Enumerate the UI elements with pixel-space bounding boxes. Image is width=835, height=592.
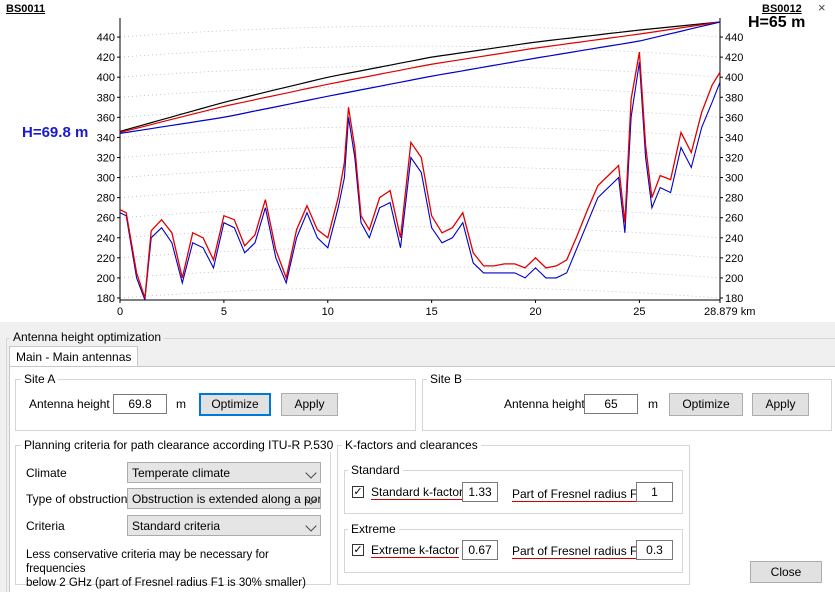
extreme-k-input[interactable] [462, 540, 498, 560]
y-tick-label: 360 [725, 112, 743, 124]
site-a-height-text: Antenna height [29, 397, 110, 411]
site-a-height-input[interactable] [113, 394, 167, 414]
y-tick-label: 300 [725, 173, 743, 185]
grid-line [119, 45, 721, 58]
y-tick-label: 440 [97, 32, 115, 44]
y-tick-label: 240 [97, 233, 115, 245]
y-tick-label: 400 [725, 72, 743, 84]
path-profile-chart: 180 180200 200220 220240 240260 260280 280300 3… [97, 18, 755, 318]
y-tick-label: 280 [725, 193, 743, 205]
grid-line [119, 206, 721, 219]
x-tick-label: 10 [322, 306, 334, 318]
x-tick-label: 25 [633, 306, 645, 318]
grid-line [119, 266, 721, 279]
extreme-k-label: Extreme k-factor [371, 543, 460, 558]
extreme-fresnel-input[interactable] [636, 540, 673, 560]
planning-criteria-legend: Planning criteria for path clearance acc… [21, 438, 337, 452]
close-profile-icon[interactable]: × [818, 0, 826, 15]
chevron-down-icon [305, 520, 317, 532]
extreme-legend: Extreme [348, 522, 399, 536]
y-tick-label: 340 [725, 132, 743, 144]
climate-value: Temperate climate [132, 466, 231, 480]
site-b-apply-button[interactable]: Apply [752, 393, 809, 416]
y-tick-label: 380 [97, 92, 115, 104]
y-tick-label: 340 [97, 132, 115, 144]
path-profile-panel: 180 180 200 200 220 220 240 240 260 260 280 280 300 3… [0, 0, 835, 322]
kfactors-legend: K-factors and clearances [342, 438, 481, 452]
y-tick-label: 420 [97, 52, 115, 64]
y-tick-label: 360 [97, 112, 115, 124]
site-a-name: BS0011 [6, 3, 46, 15]
grid-line [119, 166, 721, 178]
grid-line [119, 286, 721, 299]
obstruction-value: Obstruction is extended along a porti [132, 492, 321, 506]
series-line-3 [119, 62, 721, 301]
grid-line [119, 226, 721, 239]
y-tick-label: 320 [725, 152, 743, 164]
y-tick-label: 200 [97, 273, 115, 285]
site-b-legend: Site B [427, 372, 466, 386]
y-tick-label: 260 [725, 213, 743, 225]
grid-line [119, 65, 721, 78]
climate-select[interactable]: Temperate climate [127, 462, 321, 483]
criteria-value: Standard criteria [132, 519, 221, 533]
y-tick-label: 440 [725, 32, 743, 44]
y-tick-label: 260 [97, 213, 115, 225]
climate-label: Climate [26, 466, 67, 480]
planning-note-line1: Less conservative criteria may be necess… [26, 549, 269, 575]
grid-line [119, 85, 721, 98]
site-a-optimize-button[interactable]: Optimize [199, 393, 271, 416]
planning-note: Less conservative criteria may be necess… [26, 548, 326, 590]
grid-line [119, 186, 721, 199]
x-tick-label: 5 [221, 306, 227, 318]
y-tick-label: 220 [97, 253, 115, 265]
standard-fresnel-input[interactable] [636, 482, 673, 502]
site-b-unit: m [648, 397, 658, 411]
tab-main-antennas-label: Main - Main antennas [16, 350, 132, 364]
criteria-label: Criteria [26, 519, 65, 533]
site-a-unit: m [176, 397, 186, 411]
site-b-height-input[interactable] [584, 394, 638, 414]
standard-k-label: Standard k-factor [371, 485, 464, 500]
site-a-height-label: H=69.8 m [22, 124, 89, 141]
tab-main-antennas[interactable]: Main - Main antennas [9, 346, 139, 367]
y-tick-label: 320 [97, 152, 115, 164]
standard-fresnel-label: Part of Fresnel radius F1 [512, 487, 645, 502]
y-tick-label: 380 [725, 92, 743, 104]
x-tick-label: 28.879 km [704, 306, 755, 318]
extreme-fresnel-label: Part of Fresnel radius F1 [512, 544, 645, 559]
obstruction-label: Type of obstruction [26, 492, 128, 506]
y-tick-label: 420 [725, 52, 743, 64]
standard-checkbox[interactable]: ✓ [352, 486, 364, 498]
site-a-apply-button[interactable]: Apply [281, 393, 338, 416]
checkmark-icon: ✓ [353, 486, 363, 498]
y-tick-label: 180 [97, 293, 115, 305]
extreme-checkbox[interactable]: ✓ [352, 544, 364, 556]
y-tick-label: 200 [725, 273, 743, 285]
y-tick-label: 220 [725, 253, 743, 265]
site-b-height-label: H=65 m [748, 14, 806, 31]
site-b-optimize-button[interactable]: Optimize [669, 393, 743, 416]
optimization-title: Antenna height optimization [10, 330, 165, 344]
y-tick-label: 240 [725, 233, 743, 245]
x-tick-label: 20 [529, 306, 541, 318]
y-tick-label: 180 [725, 293, 743, 305]
y-tick-label: 280 [97, 193, 115, 205]
planning-note-line2: below 2 GHz (part of Fresnel radius F1 i… [26, 577, 306, 589]
chevron-down-icon [305, 467, 317, 479]
x-tick-label: 0 [117, 306, 123, 318]
checkmark-icon: ✓ [353, 544, 363, 556]
criteria-select[interactable]: Standard criteria [127, 515, 321, 536]
standard-legend: Standard [348, 463, 403, 477]
site-a-legend: Site A [21, 372, 59, 386]
site-b-height-text: Antenna height [504, 397, 585, 411]
y-tick-label: 300 [97, 173, 115, 185]
standard-k-input[interactable] [462, 482, 498, 502]
obstruction-select[interactable]: Obstruction is extended along a porti [127, 488, 321, 509]
y-tick-label: 400 [97, 72, 115, 84]
x-tick-label: 15 [426, 306, 438, 318]
close-button[interactable]: Close [750, 561, 822, 583]
